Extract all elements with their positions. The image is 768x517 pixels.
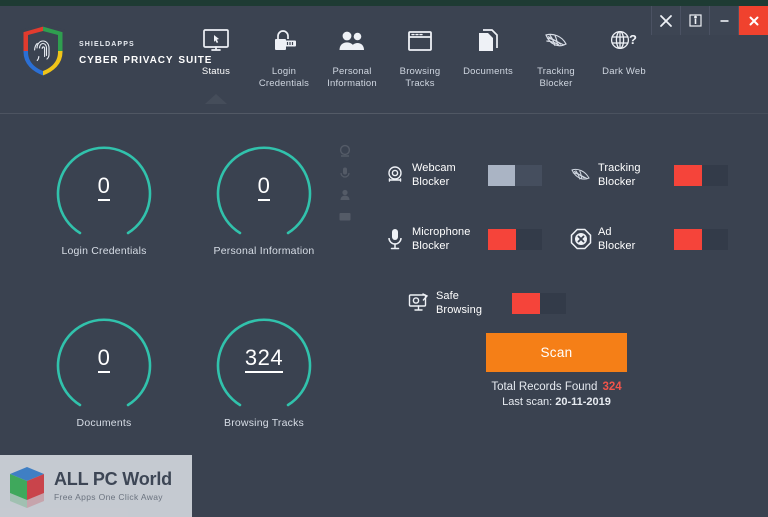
toggle-label-safe-browsing: Safe Browsing (436, 290, 483, 316)
webcam-icon (378, 164, 412, 186)
watermark-tagline: Free Apps One Click Away (54, 492, 163, 502)
browser-window-icon (406, 20, 434, 62)
webcam-ghost-icon (334, 140, 356, 162)
ghost-icon-strip (334, 140, 356, 228)
watermark-text: ALL PC World Free Apps One Click Away (54, 469, 172, 503)
nav-label-browsing-tracks: Browsing Tracks (399, 66, 441, 89)
scan-button[interactable]: Scan (486, 333, 627, 372)
tracking-web-icon (564, 165, 598, 185)
toggle-label-ad-blocker: Ad Blocker (598, 226, 636, 252)
nav-item-documents[interactable]: Documents (454, 20, 522, 78)
toggle-label-webcam-blocker: Webcam Blocker (412, 162, 456, 188)
total-records-label: Total Records Found (491, 381, 598, 393)
toggle-knob (512, 292, 540, 314)
tools-button[interactable] (651, 6, 680, 35)
last-scan-value: 20-11-2019 (555, 396, 611, 408)
toggle-row-microphone-blocker: Microphone Blocker (378, 207, 564, 271)
nav-item-tracking-blocker[interactable]: Tracking Blocker (522, 20, 590, 90)
padlock-keyboard-icon (270, 20, 298, 62)
gauge-label: Browsing Tracks (223, 417, 305, 429)
app-window: ShieldApps Cyber Privacy Suite Status (0, 6, 768, 517)
close-button[interactable] (738, 6, 768, 35)
gauge-value: 0 (206, 173, 322, 201)
gauge-ring: 324 (206, 305, 322, 415)
toggle-tracking-blocker[interactable] (674, 164, 728, 186)
monitor-ghost-icon (334, 206, 356, 228)
toggle-label-microphone-blocker: Microphone Blocker (412, 226, 471, 252)
toggle-knob (488, 228, 516, 250)
gauge-ring: 0 (46, 305, 162, 415)
nav-label-dark-web: Dark Web (602, 66, 646, 77)
nav-label-personal-information: Personal Information (327, 66, 377, 89)
watermark: ALL PC World Free Apps One Click Away (0, 455, 192, 517)
toggle-knob (674, 228, 702, 250)
toggle-safe-browsing[interactable] (512, 292, 566, 314)
gauge-personal-information: 0 Personal Information (184, 133, 344, 257)
people-icon (337, 20, 367, 62)
svg-text:?: ? (629, 32, 637, 47)
gauge-grid: 0 Login Credentials 0 Personal Informati… (24, 133, 344, 429)
toggle-ad-blocker[interactable] (674, 228, 728, 250)
toggle-row-tracking-blocker: Tracking Blocker (564, 143, 750, 207)
shield-fingerprint-logo (16, 22, 70, 80)
total-records-found: Total Records Found 324 (486, 381, 627, 393)
globe-question-icon: ? (608, 20, 640, 62)
nav-item-personal-information[interactable]: Personal Information (318, 20, 386, 90)
scan-section: Scan Total Records Found 324 Last scan: 20… (486, 333, 766, 408)
nav-item-dark-web[interactable]: ? Dark Web (590, 20, 658, 78)
total-records-value: 324 (602, 381, 622, 393)
gauge-row-top: 0 Login Credentials 0 Personal Informati… (24, 133, 344, 257)
gauge-label: Login Credentials (61, 245, 147, 257)
gauge-login-credentials: 0 Login Credentials (24, 133, 184, 257)
documents-icon (475, 20, 501, 62)
last-scan: Last scan: 20-11-2019 (486, 396, 627, 408)
person-ghost-icon (334, 184, 356, 206)
gauge-documents: 0 Documents (24, 305, 184, 429)
microphone-icon (378, 227, 412, 251)
gauge-browsing-tracks: 324 Browsing Tracks (184, 305, 344, 429)
gauge-value: 0 (46, 173, 162, 201)
toggle-grid: Webcam Blocker Tracking Blocker Micropho… (378, 143, 750, 335)
nav-item-status[interactable]: Status (182, 20, 250, 104)
monitor-icon (201, 20, 231, 62)
gauge-label: Documents (76, 417, 132, 429)
gauge-label: Personal Information (213, 245, 315, 257)
main-nav: Status Login Credentials Personal Inform… (182, 20, 658, 104)
cube-logo (4, 463, 50, 509)
info-button[interactable] (680, 6, 709, 35)
nav-label-status: Status (201, 66, 231, 77)
toggle-row-webcam-blocker: Webcam Blocker (378, 143, 564, 207)
ad-block-icon (564, 227, 598, 251)
gauge-value: 324 (206, 345, 322, 373)
safe-browsing-icon (402, 292, 436, 314)
nav-label-tracking-blocker: Tracking Blocker (537, 66, 575, 89)
toggle-row-ad-blocker: Ad Blocker (564, 207, 750, 271)
toggle-label-tracking-blocker: Tracking Blocker (598, 162, 641, 188)
microphone-ghost-icon (334, 162, 356, 184)
gauge-ring: 0 (206, 133, 322, 243)
blocker-toggles: Webcam Blocker Tracking Blocker Micropho… (378, 143, 750, 335)
window-controls (651, 6, 768, 35)
toggle-row-safe-browsing: Safe Browsing (402, 271, 588, 335)
app-header: ShieldApps Cyber Privacy Suite Status (0, 6, 768, 114)
toggle-knob (674, 164, 702, 186)
nav-label-documents: Documents (463, 66, 513, 77)
tracking-web-icon (541, 20, 571, 62)
gauge-value: 0 (46, 345, 162, 373)
last-scan-label: Last scan: (502, 396, 553, 408)
gauge-ring: 0 (46, 133, 162, 243)
gauge-row-bottom: 0 Documents 324 Browsing Tracks (24, 305, 344, 429)
toggle-webcam-blocker[interactable] (488, 164, 542, 186)
nav-item-browsing-tracks[interactable]: Browsing Tracks (386, 20, 454, 90)
toggle-knob (488, 164, 515, 186)
nav-label-login-credentials: Login Credentials (258, 66, 310, 89)
watermark-title: ALL PC World (54, 469, 172, 489)
toggle-microphone-blocker[interactable] (488, 228, 542, 250)
active-tab-caret (205, 94, 227, 104)
scan-status: Total Records Found 324 Last scan: 20-11-2… (486, 381, 627, 408)
nav-item-login-credentials[interactable]: Login Credentials (250, 20, 318, 90)
minimize-button[interactable] (709, 6, 738, 35)
